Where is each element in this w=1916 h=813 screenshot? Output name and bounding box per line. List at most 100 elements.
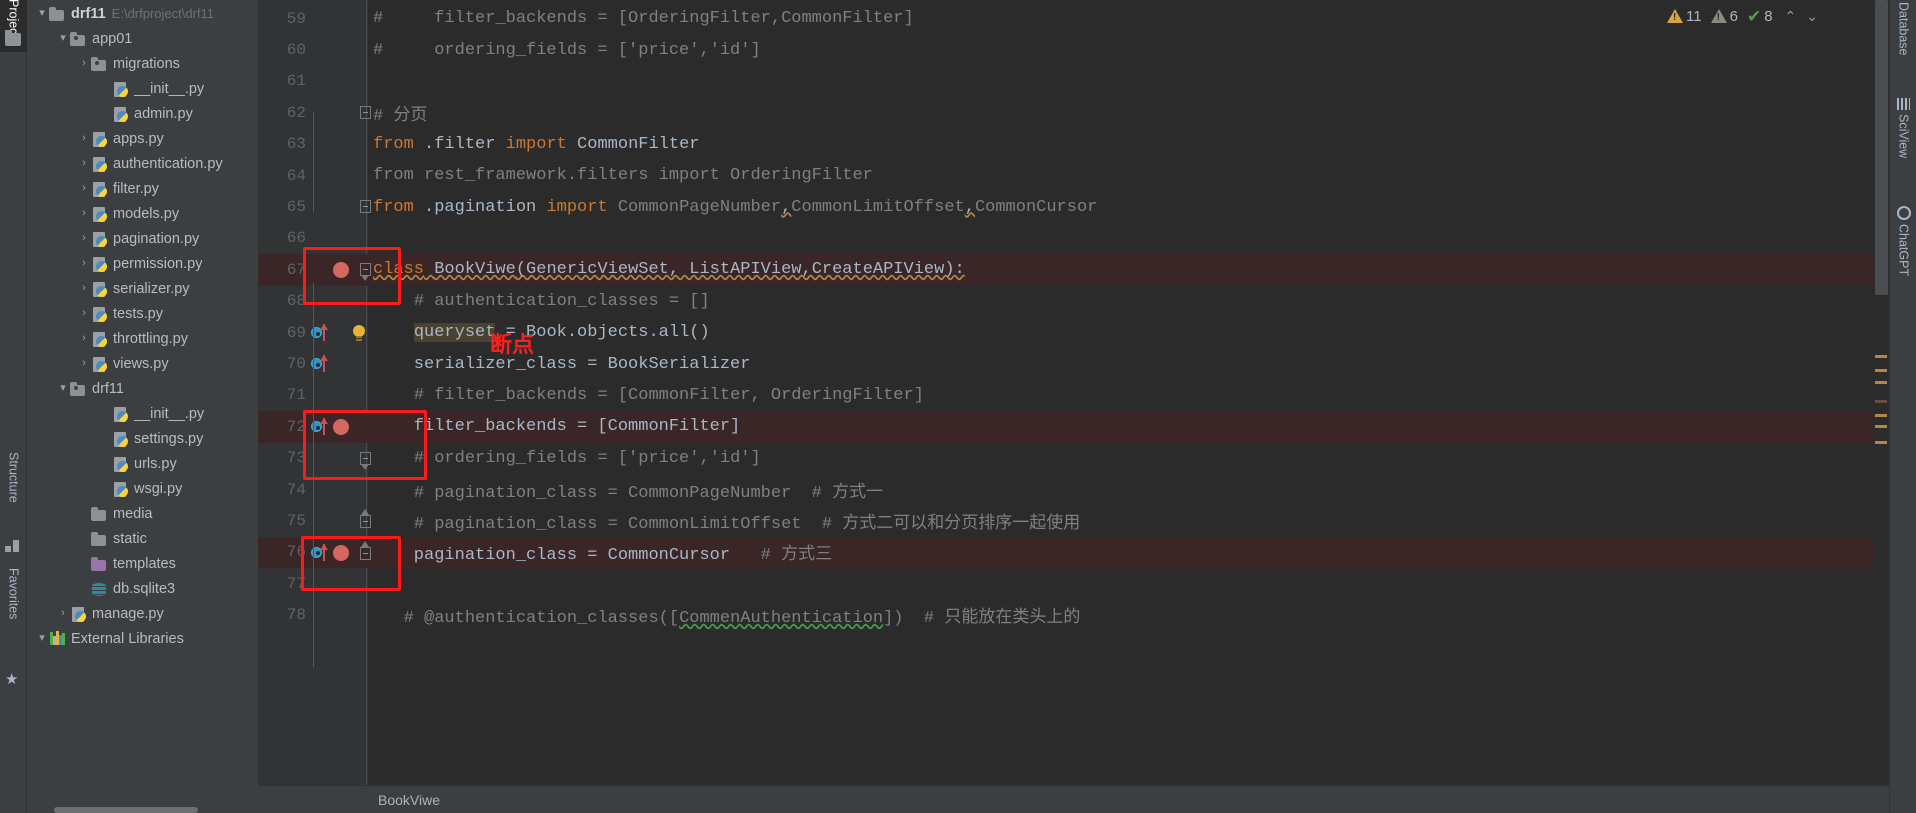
line-gutter[interactable]: [310, 223, 368, 254]
tree-item[interactable]: ›templates: [27, 551, 258, 576]
tree-item[interactable]: › serializer.py: [27, 276, 258, 301]
code-line[interactable]: 75 # pagination_class = CommonLimitOffse…: [258, 505, 1889, 536]
fold-marker-icon[interactable]: [360, 106, 371, 120]
line-gutter[interactable]: [310, 380, 368, 411]
breakpoint-icon[interactable]: [333, 262, 349, 279]
code-line[interactable]: 72 filter_backends = [CommonFilter]: [258, 411, 1889, 443]
line-gutter[interactable]: [310, 411, 368, 442]
tree-item[interactable]: ▾ drf11: [27, 376, 258, 401]
breadcrumb[interactable]: BookViwe: [258, 785, 1889, 813]
tree-item[interactable]: › migrations: [27, 51, 258, 76]
editor-scrollbar-thumb[interactable]: [1875, 0, 1888, 295]
tree-item[interactable]: ›admin.py: [27, 101, 258, 126]
code-line[interactable]: 78 # @authentication_classes([CommenAuth…: [258, 600, 1889, 631]
chevron-right-icon[interactable]: ›: [56, 608, 70, 619]
breakpoint-icon[interactable]: [333, 419, 349, 436]
code-line[interactable]: 76 pagination_class = CommonCursor # 方式三: [258, 536, 1889, 569]
code-line[interactable]: 67 class BookViwe(GenericViewSet, ListAPI…: [258, 254, 1889, 286]
code-line[interactable]: 59 # filter_backends = [OrderingFilter,Co…: [258, 3, 1889, 34]
chevron-right-icon[interactable]: ›: [77, 183, 91, 194]
tool-tab-database[interactable]: Database: [1890, 2, 1916, 76]
warning-count-group[interactable]: 11: [1667, 8, 1702, 25]
line-gutter[interactable]: [310, 443, 371, 474]
tree-item[interactable]: ›settings.py: [27, 426, 258, 451]
tree-item[interactable]: ›urls.py: [27, 451, 258, 476]
line-gutter[interactable]: [310, 97, 371, 128]
chevron-down-icon[interactable]: ▾: [56, 33, 70, 44]
tree-item[interactable]: ›media: [27, 501, 258, 526]
code-line[interactable]: 66: [258, 223, 1889, 254]
tool-tab-favorites[interactable]: Favorites: [0, 568, 27, 660]
tree-item[interactable]: ›wsgi.py: [27, 476, 258, 501]
line-gutter[interactable]: [310, 3, 368, 34]
tool-tab-structure[interactable]: Structure: [0, 452, 27, 538]
breakpoint-icon[interactable]: [333, 544, 349, 561]
project-tree[interactable]: ▾ drf11 E:\drfproject\drf11 ▾ app01 › migratio…: [27, 0, 258, 813]
code-line[interactable]: 77: [258, 568, 1889, 599]
fold-marker-icon[interactable]: [360, 546, 371, 560]
code-line[interactable]: 60 # ordering_fields = ['price','id']: [258, 34, 1889, 65]
chevron-right-icon[interactable]: ›: [77, 258, 91, 269]
chevron-right-icon[interactable]: ›: [77, 208, 91, 219]
line-gutter[interactable]: [310, 600, 368, 631]
tree-item[interactable]: › manage.py: [27, 601, 258, 626]
code-line[interactable]: 74 # pagination_class = CommonPageNumber…: [258, 474, 1889, 505]
line-gutter[interactable]: [310, 568, 368, 599]
line-gutter[interactable]: [310, 129, 368, 160]
chevron-right-icon[interactable]: ›: [77, 308, 91, 319]
code-line[interactable]: 65 from .pagination import CommonPageNumb…: [258, 191, 1889, 222]
tree-item[interactable]: ›db.sqlite3: [27, 576, 258, 601]
code-line[interactable]: 71 # filter_backends = [CommonFilter, Or…: [258, 380, 1889, 411]
line-gutter[interactable]: [310, 505, 371, 536]
fold-marker-icon[interactable]: [360, 200, 371, 214]
tool-tab-sciview[interactable]: SciView: [1890, 98, 1916, 186]
chevron-right-icon[interactable]: ›: [77, 133, 91, 144]
tree-item[interactable]: ›__init__.py: [27, 401, 258, 426]
tree-item[interactable]: › pagination.py: [27, 226, 258, 251]
code-line[interactable]: 73 # ordering_fields = ['price','id']: [258, 443, 1889, 474]
ok-count-group[interactable]: ✔ 8: [1747, 8, 1773, 25]
tree-item[interactable]: › filter.py: [27, 176, 258, 201]
code-line[interactable]: 64 from rest_framework.filters import Ord…: [258, 160, 1889, 191]
chevron-down-icon[interactable]: ▾: [35, 633, 49, 644]
tree-horizontal-scrollbar[interactable]: [54, 807, 198, 813]
weak-warning-count-group[interactable]: 6: [1710, 8, 1738, 25]
tree-item[interactable]: › permission.py: [27, 251, 258, 276]
tree-item[interactable]: ▾ app01: [27, 26, 258, 51]
tree-item[interactable]: › models.py: [27, 201, 258, 226]
tree-item[interactable]: ▾ External Libraries: [27, 626, 258, 651]
code-line[interactable]: 61: [258, 66, 1889, 97]
tree-item[interactable]: › tests.py: [27, 301, 258, 326]
line-gutter[interactable]: [310, 160, 368, 191]
tree-item[interactable]: ›__init__.py: [27, 76, 258, 101]
tree-item[interactable]: › throttling.py: [27, 326, 258, 351]
chevron-right-icon[interactable]: ›: [77, 333, 91, 344]
code-editor[interactable]: 59 # filter_backends = [OrderingFilter,Co…: [258, 0, 1889, 813]
chevron-down-icon[interactable]: ▾: [35, 8, 49, 19]
fold-marker-icon[interactable]: [360, 515, 371, 529]
line-gutter[interactable]: [310, 66, 368, 97]
chevron-right-icon[interactable]: ›: [77, 358, 91, 369]
tool-tab-chatgpt[interactable]: ChatGPT: [1890, 206, 1916, 298]
chevron-right-icon[interactable]: ›: [77, 58, 91, 69]
code-line[interactable]: 62 # 分页: [258, 97, 1889, 128]
line-gutter[interactable]: [310, 34, 368, 65]
editor-marker-bar[interactable]: [1873, 0, 1889, 757]
tree-item[interactable]: › views.py: [27, 351, 258, 376]
line-gutter[interactable]: [310, 286, 368, 317]
code-line[interactable]: 68 # authentication_classes = []: [258, 286, 1889, 317]
next-problem-icon[interactable]: ⌄: [1803, 8, 1821, 25]
tree-item[interactable]: ›static: [27, 526, 258, 551]
chevron-down-icon[interactable]: ▾: [56, 383, 70, 394]
inspection-status-widget[interactable]: 11 6 ✔ 8 ⌃ ⌄: [1667, 4, 1821, 28]
line-gutter[interactable]: [310, 474, 368, 505]
line-gutter[interactable]: [310, 348, 368, 379]
intention-bulb-icon[interactable]: [352, 325, 365, 340]
tree-item[interactable]: › apps.py: [27, 126, 258, 151]
previous-problem-icon[interactable]: ⌃: [1782, 8, 1800, 25]
line-gutter[interactable]: [310, 537, 371, 568]
line-gutter[interactable]: [310, 317, 368, 348]
code-line[interactable]: 63 from .filter import CommonFilter: [258, 129, 1889, 160]
chevron-right-icon[interactable]: ›: [77, 283, 91, 294]
line-gutter[interactable]: [310, 254, 371, 285]
